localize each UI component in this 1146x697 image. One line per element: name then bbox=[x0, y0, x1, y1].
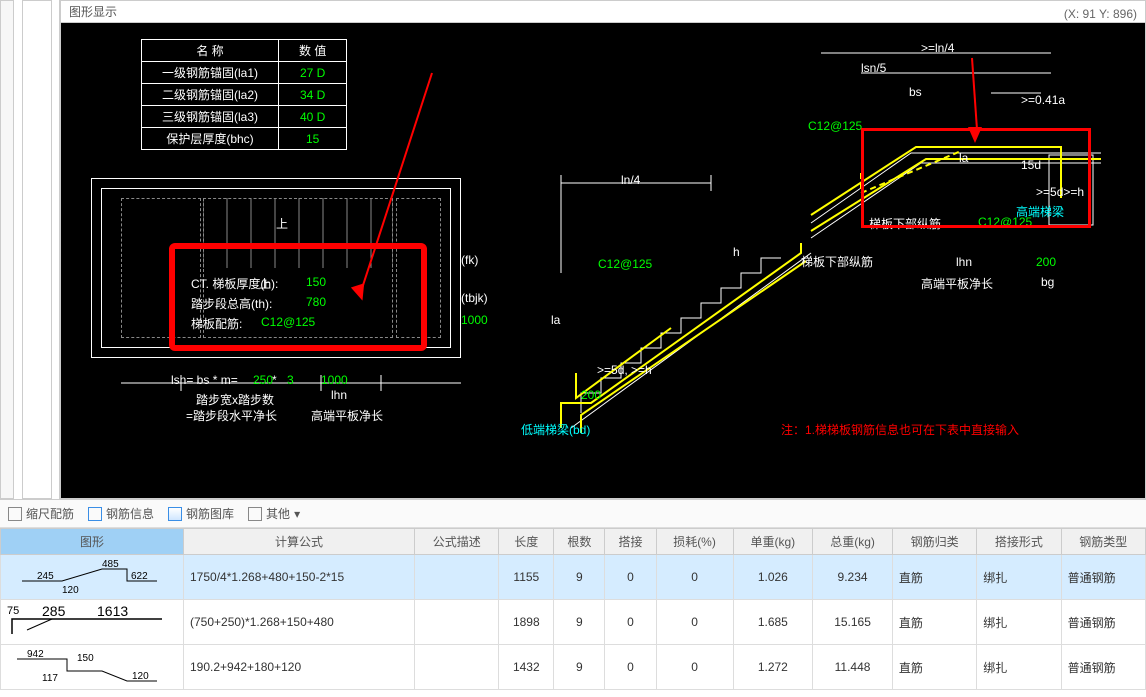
page-icon bbox=[88, 507, 102, 521]
col-lapform[interactable]: 搭接形式 bbox=[977, 529, 1061, 555]
rebar-info-button[interactable]: 钢筋信息 bbox=[88, 505, 154, 522]
shape-cell: 245 485 622 120 bbox=[1, 555, 184, 600]
svg-text:942: 942 bbox=[27, 649, 44, 660]
rebar-library-button[interactable]: 钢筋图库 bbox=[168, 505, 234, 522]
col-lap[interactable]: 搭接 bbox=[605, 529, 656, 555]
col-length[interactable]: 长度 bbox=[499, 529, 554, 555]
svg-text:245: 245 bbox=[37, 571, 54, 582]
col-tw[interactable]: 总重(kg) bbox=[813, 529, 893, 555]
col-count[interactable]: 根数 bbox=[554, 529, 605, 555]
other-icon bbox=[248, 507, 262, 521]
col-shape[interactable]: 图形 bbox=[1, 529, 184, 555]
col-loss[interactable]: 损耗(%) bbox=[656, 529, 733, 555]
other-button[interactable]: 其他 ▾ bbox=[248, 505, 300, 522]
col-uw[interactable]: 单重(kg) bbox=[733, 529, 813, 555]
svg-text:120: 120 bbox=[132, 671, 149, 682]
col-cat[interactable]: 钢筋归类 bbox=[892, 529, 976, 555]
param-header-name: 名 称 bbox=[142, 40, 279, 62]
panel-title: 图形显示 bbox=[69, 5, 117, 19]
result-grid[interactable]: 图形 计算公式 公式描述 长度 根数 搭接 损耗(%) 单重(kg) 总重(kg… bbox=[0, 528, 1146, 697]
svg-text:622: 622 bbox=[131, 571, 148, 582]
svg-text:117: 117 bbox=[42, 673, 58, 684]
rebar-toolbar: 缩尺配筋 钢筋信息 钢筋图库 其他 ▾ bbox=[0, 500, 1146, 528]
user-redbox-left bbox=[169, 243, 427, 351]
library-icon bbox=[168, 507, 182, 521]
svg-text:120: 120 bbox=[62, 585, 79, 595]
col-type[interactable]: 钢筋类型 bbox=[1061, 529, 1145, 555]
parameter-table: 名 称 数 值 一级钢筋锚固(la1)27 D 二级钢筋锚固(la2)34 D … bbox=[141, 39, 347, 150]
col-desc[interactable]: 公式描述 bbox=[415, 529, 499, 555]
param-header-value: 数 值 bbox=[279, 40, 347, 62]
user-redbox-right bbox=[861, 128, 1091, 228]
cad-canvas[interactable]: 名 称 数 值 一级钢筋锚固(la1)27 D 二级钢筋锚固(la2)34 D … bbox=[61, 23, 1145, 498]
shape-cell: 942 150 117 120 bbox=[1, 645, 184, 690]
cursor-coordinates: (X: 91 Y: 896) bbox=[1064, 3, 1137, 25]
shape-cell: 75 285 1613 bbox=[1, 600, 184, 645]
table-row[interactable]: 245 485 622 120 1750/4*1.268+480+150-2*1… bbox=[1, 555, 1146, 600]
collapsed-side-panels bbox=[0, 0, 60, 499]
svg-text:75: 75 bbox=[7, 605, 19, 617]
svg-text:285: 285 bbox=[42, 604, 66, 619]
svg-text:1613: 1613 bbox=[97, 604, 128, 619]
table-row[interactable]: 942 150 117 120 190.2+942+180+120 1432 9… bbox=[1, 645, 1146, 690]
ruler-icon bbox=[8, 507, 22, 521]
table-row[interactable]: 75 285 1613 (750+250)*1.268+150+480 1898… bbox=[1, 600, 1146, 645]
drawing-panel: 图形显示 (X: 91 Y: 896) 名 称 数 值 一级钢筋锚固(la1)2… bbox=[60, 0, 1146, 499]
svg-text:485: 485 bbox=[102, 559, 119, 570]
col-formula[interactable]: 计算公式 bbox=[184, 529, 415, 555]
grid-header-row: 图形 计算公式 公式描述 长度 根数 搭接 损耗(%) 单重(kg) 总重(kg… bbox=[1, 529, 1146, 555]
scale-rebar-button[interactable]: 缩尺配筋 bbox=[8, 505, 74, 522]
svg-text:150: 150 bbox=[77, 653, 94, 664]
stair-section bbox=[521, 153, 841, 433]
dropdown-icon: ▾ bbox=[294, 507, 300, 521]
